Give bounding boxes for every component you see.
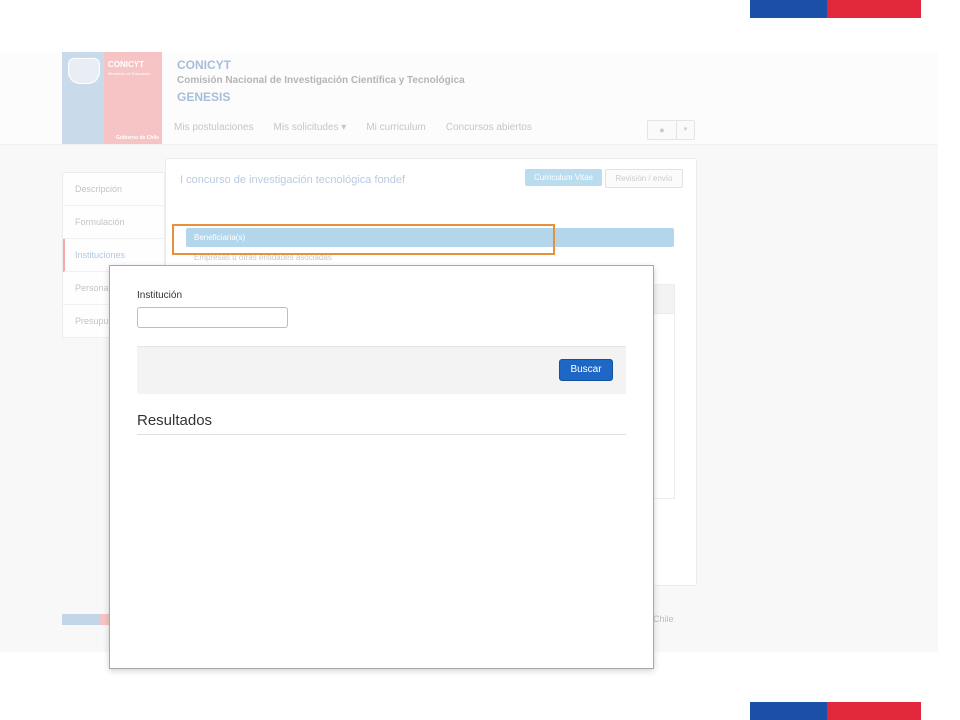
sidebar-item-formulacion[interactable]: Formulación — [63, 206, 164, 239]
flag-stripe-bottom — [750, 702, 921, 720]
footer-text: Chile — [653, 614, 674, 624]
conicyt-logo: CONICYT Ministerio de Educación Gobierno… — [62, 52, 162, 144]
highlight-box — [172, 224, 555, 255]
logo-brand-sub: Ministerio de Educación — [108, 71, 151, 76]
institucion-input[interactable] — [137, 307, 288, 328]
nav-mis-postulaciones[interactable]: Mis postulaciones — [174, 122, 253, 133]
user-menu-button[interactable]: ● ▾ — [647, 120, 695, 140]
logo-gov: Gobierno de Chile — [115, 135, 159, 141]
nav-mi-curriculum[interactable]: Mi curriculum — [366, 122, 425, 133]
footer-stripe — [62, 614, 110, 625]
crest-icon — [68, 58, 100, 84]
chevron-down-icon: ▾ — [683, 126, 688, 133]
buscar-button[interactable]: Buscar — [559, 359, 613, 381]
revision-envio-button[interactable]: Revisión / envío — [605, 169, 683, 188]
search-actions-bar — [137, 346, 626, 394]
header-app-name: GENESIS — [177, 90, 231, 104]
header-title: CONICYT — [177, 58, 231, 72]
app-header: CONICYT Ministerio de Educación Gobierno… — [0, 52, 938, 145]
nav-concursos-abiertos[interactable]: Concursos abiertos — [446, 122, 532, 133]
top-nav: Mis postulaciones Mis solicitudes ▾ Mi c… — [174, 122, 532, 133]
resultados-divider — [137, 434, 626, 435]
resultados-title: Resultados — [137, 412, 213, 429]
sidebar-item-descripcion[interactable]: Descripción — [63, 173, 164, 206]
header-subtitle: Comisión Nacional de Investigación Cient… — [177, 75, 465, 86]
curriculum-vitae-button[interactable]: Curriculum Vitae — [525, 169, 602, 186]
institutions-table — [651, 284, 675, 499]
header-titles: CONICYT Comisión Nacional de Investigaci… — [177, 58, 465, 104]
nav-mis-solicitudes[interactable]: Mis solicitudes ▾ — [273, 122, 346, 133]
logo-brand: CONICYT — [108, 60, 144, 69]
flag-stripe-top — [750, 0, 921, 18]
panel-title: I concurso de investigación tecnológica … — [180, 174, 406, 186]
institution-search-modal: Institución Buscar Resultados — [109, 265, 654, 669]
institucion-label: Institución — [137, 290, 183, 301]
user-icon: ● — [648, 121, 677, 139]
